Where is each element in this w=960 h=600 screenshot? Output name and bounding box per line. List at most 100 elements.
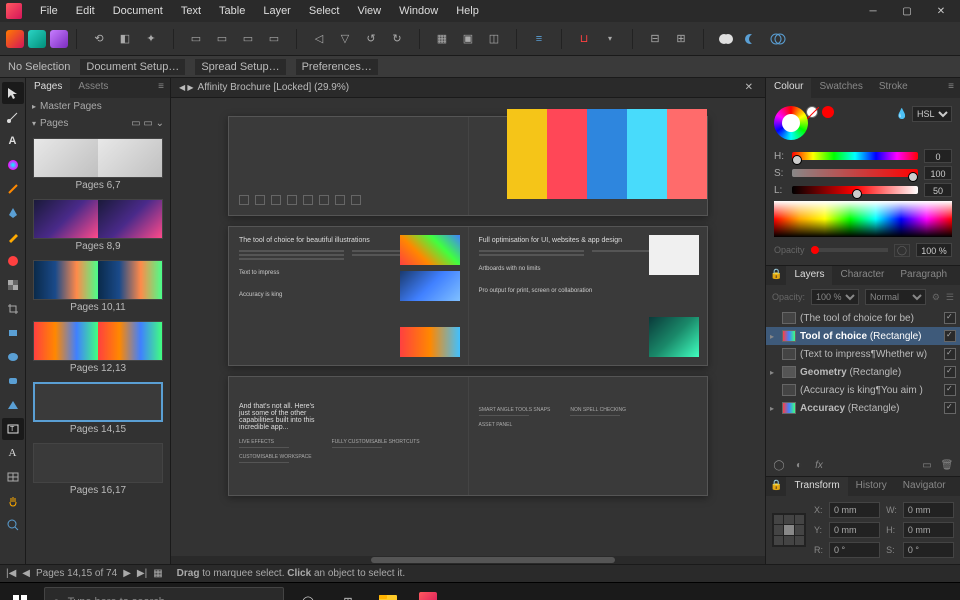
- light-value[interactable]: 50: [924, 183, 952, 197]
- layers-lock-icon[interactable]: 🔒: [766, 266, 786, 285]
- tf-x[interactable]: 0 mm: [829, 502, 880, 518]
- color-wells[interactable]: [774, 106, 808, 140]
- zoom-tool[interactable]: [2, 514, 24, 536]
- tb-boolean-subtract-icon[interactable]: [742, 29, 762, 49]
- layer-row[interactable]: (Accuracy is king¶You aim ): [766, 381, 960, 399]
- tf-r[interactable]: 0 °: [829, 542, 880, 558]
- menu-text[interactable]: Text: [173, 2, 209, 20]
- layers-cog-icon[interactable]: ⚙: [932, 292, 940, 303]
- page-thumb[interactable]: Pages 10,11: [33, 260, 163, 317]
- layer-visible-checkbox[interactable]: [944, 330, 956, 342]
- tab-textstyles[interactable]: Text Styles: [955, 266, 960, 285]
- artistic-text-tool[interactable]: A: [2, 130, 24, 152]
- layer-mask-icon[interactable]: ◯: [772, 458, 786, 472]
- spread-16-17[interactable]: And that's not all. Here's just some of …: [228, 376, 708, 496]
- pan-tool[interactable]: [2, 490, 24, 512]
- ellipse-tool[interactable]: [2, 346, 24, 368]
- tb-order-back-icon[interactable]: ▭: [186, 29, 206, 49]
- rounded-rect-tool[interactable]: [2, 370, 24, 392]
- spread-14-15[interactable]: The tool of choice for beautiful illustr…: [228, 226, 708, 366]
- app-taskbar-icon[interactable]: [408, 583, 448, 600]
- layers-blend-select[interactable]: Normal: [865, 289, 926, 305]
- table-tool[interactable]: [2, 466, 24, 488]
- tf-w[interactable]: 0 mm: [903, 502, 954, 518]
- tb-align-icon[interactable]: ≡: [529, 29, 549, 49]
- sat-slider[interactable]: [792, 169, 918, 177]
- tb-clip-icon[interactable]: ◫: [484, 29, 504, 49]
- move-tool[interactable]: [2, 82, 24, 104]
- tab-history[interactable]: History: [848, 477, 895, 496]
- tf-h[interactable]: 0 mm: [903, 522, 954, 538]
- explorer-icon[interactable]: [368, 583, 408, 600]
- document-tab[interactable]: ◀ ▶ Affinity Brochure [Locked] (29.9%) ✕: [171, 78, 765, 98]
- page-thumb[interactable]: Pages 16,17: [33, 443, 163, 500]
- product-switcher[interactable]: [6, 30, 68, 48]
- tab-paragraph[interactable]: Paragraph: [892, 266, 955, 285]
- pen-tool[interactable]: [2, 202, 24, 224]
- pencil-tool[interactable]: [2, 226, 24, 248]
- page-nav-menu-icon[interactable]: ▦: [153, 568, 162, 579]
- opacity-value[interactable]: 100 %: [916, 243, 952, 257]
- frame-text-tool[interactable]: T: [2, 418, 24, 440]
- layer-visible-checkbox[interactable]: [944, 384, 956, 396]
- node-tool[interactable]: [2, 106, 24, 128]
- tb-snap-menu-icon[interactable]: ▾: [600, 29, 620, 49]
- tb-boolean-intersect-icon[interactable]: [768, 29, 788, 49]
- transform-anchor[interactable]: [772, 513, 806, 547]
- horizontal-scrollbar[interactable]: [171, 556, 765, 564]
- tab-character[interactable]: Character: [832, 266, 892, 285]
- page-thumb[interactable]: Pages 14,15: [33, 382, 163, 439]
- layer-fx-icon[interactable]: fx: [812, 458, 826, 472]
- triangle-tool[interactable]: [2, 394, 24, 416]
- light-slider[interactable]: [792, 186, 918, 194]
- tab-colour[interactable]: Colour: [766, 78, 811, 98]
- tab-layers[interactable]: Layers: [786, 266, 832, 285]
- tb-insert-top-icon[interactable]: ⊞: [671, 29, 691, 49]
- page-nav-last-icon[interactable]: ▶|: [137, 568, 147, 579]
- layer-adjust-icon[interactable]: ◐: [792, 458, 806, 472]
- tb-snap-icon[interactable]: ⊔: [574, 29, 594, 49]
- tb-rotate-ccw-icon[interactable]: ↺: [361, 29, 381, 49]
- layer-row[interactable]: ▸Tool of choice (Rectangle): [766, 327, 960, 345]
- tb-defaults-icon[interactable]: ◧: [115, 29, 135, 49]
- menu-edit[interactable]: Edit: [68, 2, 103, 20]
- menu-view[interactable]: View: [349, 2, 389, 20]
- minimize-button[interactable]: ─: [860, 2, 886, 20]
- page-thumb[interactable]: Pages 12,13: [33, 321, 163, 378]
- taskbar-search[interactable]: ○ Type here to search: [44, 587, 284, 600]
- color-mode-select[interactable]: HSL: [912, 106, 952, 122]
- page-thumb[interactable]: Pages 6,7: [33, 138, 163, 195]
- tb-rotate-cw-icon[interactable]: ↻: [387, 29, 407, 49]
- layer-row[interactable]: (The tool of choice for be): [766, 309, 960, 327]
- fill-tool[interactable]: [2, 250, 24, 272]
- tab-transform[interactable]: Transform: [786, 477, 847, 496]
- color-none-icon[interactable]: [806, 106, 818, 118]
- layer-visible-checkbox[interactable]: [944, 402, 956, 414]
- page-thumb[interactable]: Pages 8,9: [33, 199, 163, 256]
- colour-panel-menu-icon[interactable]: ≡: [942, 78, 960, 98]
- eyedropper-icon[interactable]: 💧: [896, 109, 908, 120]
- page-nav-prev-icon[interactable]: ◀: [22, 568, 30, 579]
- menu-window[interactable]: Window: [391, 2, 446, 20]
- layer-visible-checkbox[interactable]: [944, 366, 956, 378]
- ctx-preferences[interactable]: Preferences…: [296, 59, 378, 75]
- color-picker-tool[interactable]: [2, 154, 24, 176]
- menu-document[interactable]: Document: [105, 2, 171, 20]
- menu-file[interactable]: File: [32, 2, 66, 20]
- tb-order-up-icon[interactable]: ▭: [264, 29, 284, 49]
- transparency-tool[interactable]: [2, 274, 24, 296]
- layers-opacity-select[interactable]: 100 %: [811, 289, 859, 305]
- pages-panel-menu-icon[interactable]: ≡: [152, 78, 170, 98]
- layer-expand-icon[interactable]: ▸: [770, 332, 778, 341]
- tab-assets[interactable]: Assets: [70, 78, 116, 98]
- tb-revert-icon[interactable]: ✦: [141, 29, 161, 49]
- layer-row[interactable]: ▸Accuracy (Rectangle): [766, 399, 960, 417]
- tb-preview-icon[interactable]: ▣: [458, 29, 478, 49]
- tab-navigator[interactable]: Navigator: [895, 477, 954, 496]
- maximize-button[interactable]: ▢: [894, 2, 920, 20]
- menu-layer[interactable]: Layer: [255, 2, 299, 20]
- paint-brush-tool[interactable]: [2, 178, 24, 200]
- taskview-icon[interactable]: ⊞: [328, 583, 368, 600]
- tb-flip-v-icon[interactable]: ▽: [335, 29, 355, 49]
- layer-add-icon[interactable]: ▭: [920, 458, 934, 472]
